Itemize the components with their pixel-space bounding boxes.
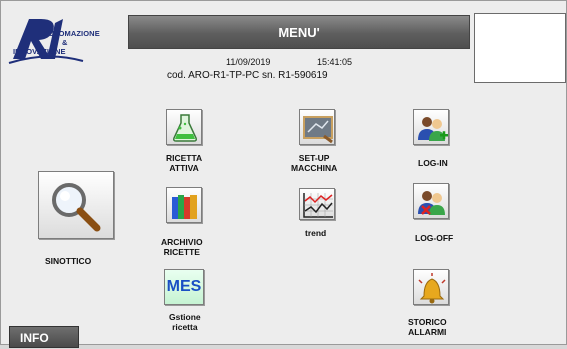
mes-icon: MES [166,278,202,295]
archivio-ricette-button[interactable] [166,187,202,223]
company-logo: AUTOMAZIONE & INNOVAZIONE [7,13,117,69]
time-display: 15:41:05 [317,57,353,67]
login-label: LOG-IN [418,158,448,168]
archivio-ricette-label: ARCHIVIO RICETTE [161,237,203,257]
logoff-button[interactable] [413,183,449,219]
alarm-bell-icon [418,273,446,304]
setup-board-icon [303,116,333,144]
magnifier-icon [52,183,101,232]
user-remove-icon [418,191,445,215]
gestione-ricetta-label: Gstione ricetta [169,312,201,332]
logoff-label: LOG-OFF [415,233,454,243]
date-display: 11/09/2019 [226,57,271,67]
machine-code: cod. ARO-R1-TP-PC sn. R1-590619 [167,70,328,81]
books-icon [172,195,197,219]
user-add-icon [418,117,448,141]
setup-macchina-button[interactable] [299,109,335,145]
login-button[interactable] [413,109,449,145]
trend-chart-icon [303,193,333,218]
ricetta-attiva-label: RICETTA ATTIVA [166,153,203,173]
sinottico-button[interactable] [38,171,114,239]
info-display-box [474,13,566,83]
logo-line1: AUTOMAZIONE [43,29,100,38]
logo-line2: & [62,38,68,47]
storico-allarmi-button[interactable] [413,269,449,305]
trend-button[interactable] [299,188,335,220]
menu-title-bar: MENU' [128,15,470,49]
sinottico-label: SINOTTICO [45,256,92,266]
hmi-screen: AUTOMAZIONE & INNOVAZIONE MENU' 11/09/20… [0,0,567,348]
ricetta-attiva-button[interactable] [166,109,202,145]
logo-line3: INNOVAZIONE [13,47,66,56]
storico-allarmi-label: STORICO ALLARMI [408,317,447,337]
mes-button[interactable]: MES [164,269,204,305]
flask-icon [173,114,197,142]
setup-macchina-label: SET-UP MACCHINA [291,153,338,173]
trend-label: trend [305,228,327,238]
